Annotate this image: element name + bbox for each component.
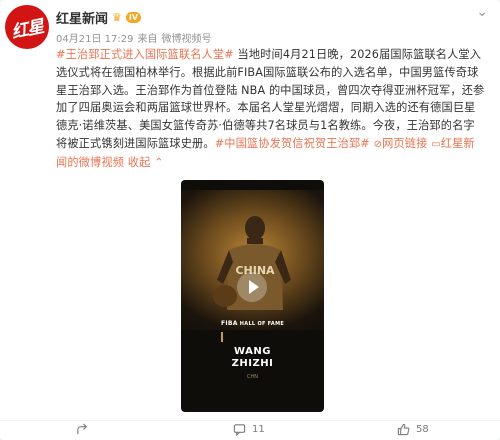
share-icon xyxy=(77,423,88,435)
comment-action[interactable]: 11 xyxy=(233,423,265,436)
post-source-prefix: 来自 xyxy=(137,34,158,45)
comment-count: 11 xyxy=(252,424,265,435)
post-body: 当地时间4月21日晚，2026届国际篮联名人堂入选仪式将在德国柏林举行。根据此前… xyxy=(56,48,485,150)
video-player[interactable]: CHINA FIBA HALL OF FAME WANG ZHIZHI CHN xyxy=(181,180,324,412)
player-figure: CHINA xyxy=(213,216,291,310)
action-bar: 11 58 xyxy=(0,420,500,440)
share-action[interactable] xyxy=(76,423,95,436)
hof-mark xyxy=(221,332,223,342)
hof-logo: FIBA HALL OF FAME xyxy=(221,320,284,327)
collapse-arrow-icon: ⌃ xyxy=(154,155,164,169)
hashtag-link[interactable]: #王治郅正式进入国际篮联名人堂# xyxy=(56,48,234,61)
thumbs-up-icon xyxy=(397,423,410,436)
video-icon: ▭ xyxy=(431,138,441,150)
level-badge: IV xyxy=(125,12,142,23)
post-text: #王治郅正式进入国际篮联名人堂# 当地时间4月21日晚，2026届国际篮联名人堂… xyxy=(56,46,486,172)
like-count: 58 xyxy=(416,424,429,435)
weibo-post-card: 红星 红星新闻 ♛ IV 04月21日 17:29 来自 微博视频号 ⌄ #王治… xyxy=(0,0,500,440)
comment-icon xyxy=(233,424,246,436)
player-last-name: ZHIZHI xyxy=(231,358,274,369)
like-action[interactable]: 58 xyxy=(397,423,429,436)
avatar[interactable]: 红星 xyxy=(5,5,49,49)
play-button[interactable] xyxy=(237,272,267,302)
collapse-link[interactable]: 收起 xyxy=(128,156,151,169)
hof-text: HALL OF FAME xyxy=(239,321,285,327)
crown-icon: ♛ xyxy=(112,11,122,24)
hof-fiba: FIBA xyxy=(221,320,238,327)
web-link[interactable]: 网页链接 xyxy=(382,137,427,150)
link-icon: ⊘ xyxy=(373,138,383,150)
chevron-down-icon[interactable]: ⌄ xyxy=(476,4,488,20)
avatar-text: 红星 xyxy=(9,16,46,43)
post-date[interactable]: 04月21日 17:29 xyxy=(56,30,133,45)
player-country: CHN xyxy=(247,374,258,380)
post-meta: 04月21日 17:29 来自 微博视频号 xyxy=(56,30,211,45)
author-row: 红星新闻 ♛ IV xyxy=(56,8,142,27)
author-name[interactable]: 红星新闻 xyxy=(56,8,108,27)
hashtag-link-2[interactable]: #中国篮协发贺信祝贺王治郅# xyxy=(215,137,370,150)
player-first-name: WANG xyxy=(234,346,271,357)
post-client[interactable]: 微博视频号 xyxy=(161,30,211,45)
